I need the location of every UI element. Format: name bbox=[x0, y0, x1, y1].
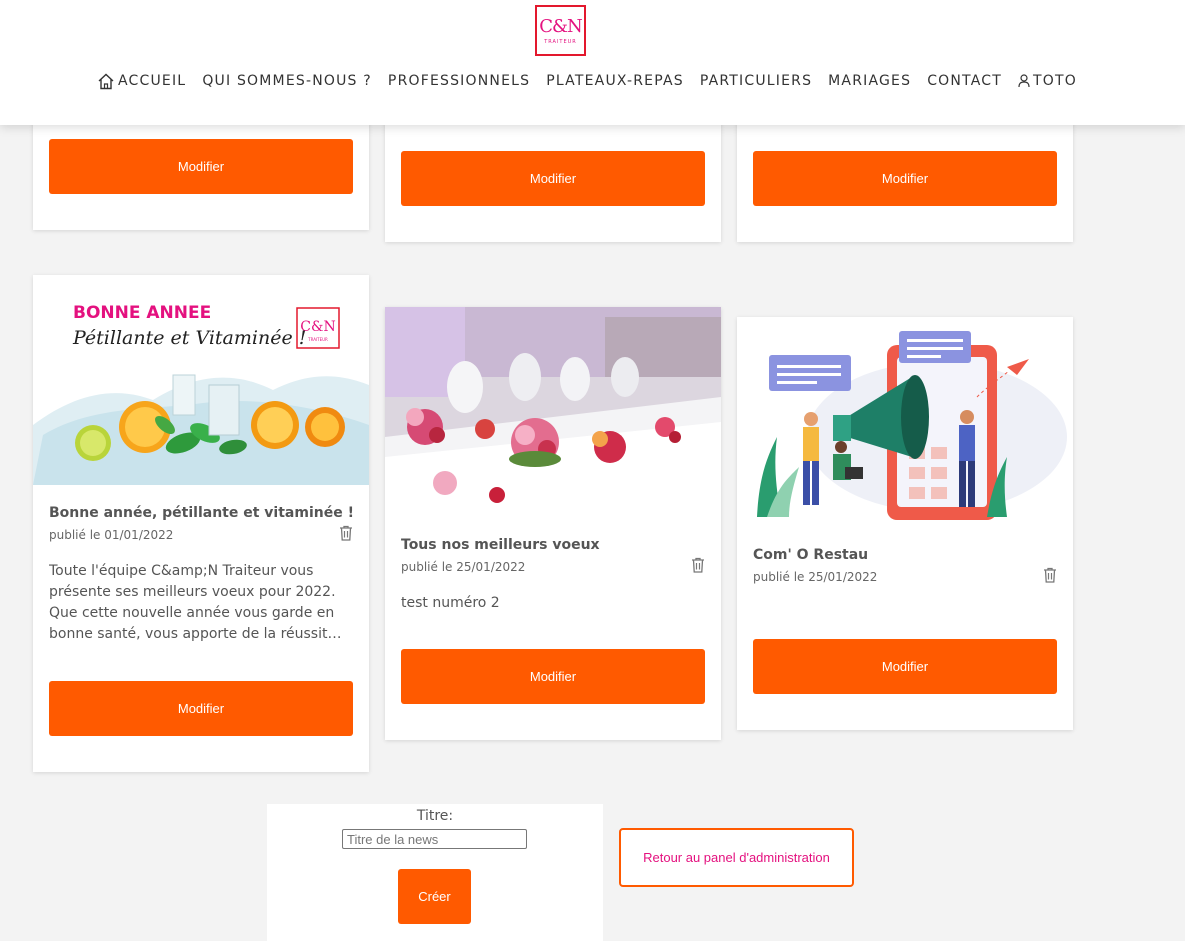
news-card: Com' O Restau publié le 25/01/2022 Modif… bbox=[737, 317, 1073, 730]
image-text-subtitle: Pétillante et Vitaminée ! bbox=[73, 327, 307, 349]
news-image bbox=[737, 317, 1073, 527]
user-icon bbox=[1018, 74, 1030, 88]
news-title: Bonne année, pétillante et vitaminée ! bbox=[49, 505, 354, 521]
nav-label: PROFESSIONNELS bbox=[387, 73, 531, 89]
news-excerpt: test numéro 2 bbox=[401, 595, 500, 611]
modify-button[interactable]: Modifier bbox=[401, 649, 705, 704]
title-label: Titre: bbox=[416, 808, 454, 824]
nav-contact[interactable]: CONTACT bbox=[927, 73, 1002, 89]
modify-button[interactable]: Modifier bbox=[753, 639, 1057, 694]
news-date: publié le 01/01/2022 bbox=[49, 528, 174, 542]
nav-plateaux-repas[interactable]: PLATEAUX-REPAS bbox=[546, 73, 684, 89]
nav-user[interactable]: TOTO bbox=[1018, 73, 1077, 89]
modify-button[interactable]: Modifier bbox=[753, 151, 1057, 206]
nav-particuliers[interactable]: PARTICULIERS bbox=[700, 73, 812, 89]
nav-accueil[interactable]: ACCUEIL bbox=[97, 73, 186, 90]
nav-mariages[interactable]: MARIAGES bbox=[828, 73, 911, 89]
nav-label: TOTO bbox=[1032, 73, 1077, 89]
news-card: C&N TRAITEUR BONNE ANNEE Pétillante et V… bbox=[33, 275, 369, 772]
svg-text:TRAITEUR: TRAITEUR bbox=[307, 337, 328, 342]
modify-button[interactable]: Modifier bbox=[49, 681, 353, 736]
trash-icon[interactable] bbox=[1043, 567, 1057, 583]
modify-button[interactable]: Modifier bbox=[401, 151, 705, 206]
nav-label: CONTACT bbox=[927, 73, 1002, 89]
nav-label: PARTICULIERS bbox=[699, 73, 813, 89]
create-button[interactable]: Créer bbox=[398, 869, 471, 924]
news-date: publié le 25/01/2022 bbox=[401, 560, 526, 574]
logo[interactable]: C&N TRAITEUR bbox=[535, 5, 586, 56]
nav-label: ACCUEIL bbox=[118, 73, 187, 89]
back-to-admin-button[interactable]: Retour au panel d'administration bbox=[619, 828, 854, 887]
site-header: C&N TRAITEUR ACCUEIL QUI SOMMES-NOUS ? P… bbox=[0, 0, 1185, 125]
news-title-input[interactable] bbox=[342, 829, 527, 849]
trash-icon[interactable] bbox=[339, 525, 353, 541]
nav-label: MARIAGES bbox=[828, 73, 912, 89]
image-text-title: BONNE ANNEE bbox=[73, 303, 212, 323]
news-date: publié le 25/01/2022 bbox=[753, 570, 878, 584]
main-nav: ACCUEIL QUI SOMMES-NOUS ? PROFESSIONNELS… bbox=[97, 70, 1093, 92]
nav-professionnels[interactable]: PROFESSIONNELS bbox=[388, 73, 530, 89]
logo-subtitle: TRAITEUR bbox=[544, 38, 577, 45]
trash-icon[interactable] bbox=[691, 557, 705, 573]
news-image: C&N TRAITEUR BONNE ANNEE Pétillante et V… bbox=[33, 275, 369, 485]
nav-qui-sommes-nous[interactable]: QUI SOMMES-NOUS ? bbox=[202, 73, 372, 89]
news-title: Tous nos meilleurs voeux bbox=[401, 537, 600, 553]
news-image bbox=[385, 307, 721, 517]
news-card: Tous nos meilleurs voeux publié le 25/01… bbox=[385, 307, 721, 740]
create-news-form: Titre: Créer bbox=[267, 804, 603, 941]
nav-label: QUI SOMMES-NOUS ? bbox=[202, 73, 372, 89]
modify-button[interactable]: Modifier bbox=[49, 139, 353, 194]
news-excerpt: Toute l'équipe C&amp;N Traiteur vous pré… bbox=[49, 563, 342, 642]
nav-label: PLATEAUX-REPAS bbox=[546, 73, 684, 89]
home-icon bbox=[98, 73, 114, 89]
logo-monogram: C&N bbox=[539, 15, 583, 37]
news-title: Com' O Restau bbox=[753, 547, 869, 563]
